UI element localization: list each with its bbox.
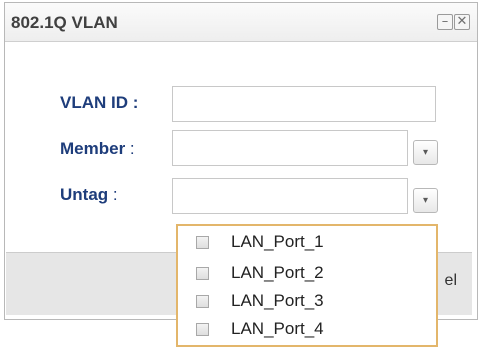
option-label: LAN_Port_2 [231, 263, 324, 282]
member-dropdown-icon[interactable]: ▾ [413, 140, 438, 165]
option-label: LAN_Port_1 [231, 232, 324, 251]
untag-label-text: Untag [60, 185, 109, 204]
untag-colon: : [112, 185, 118, 204]
vlan-id-input[interactable] [172, 86, 436, 122]
checkbox[interactable] [196, 235, 209, 249]
checkbox[interactable] [196, 266, 209, 280]
member-select[interactable] [172, 130, 408, 166]
list-item[interactable]: LAN_Port_1 [196, 231, 324, 253]
checkbox[interactable] [196, 294, 209, 308]
close-icon[interactable]: ✕ [454, 14, 470, 30]
list-item[interactable]: LAN_Port_3 [196, 290, 324, 312]
member-colon: : [129, 139, 135, 158]
member-label: Member : [60, 139, 135, 159]
option-label: LAN_Port_4 [231, 319, 324, 338]
untag-dropdown-icon[interactable]: ▾ [413, 188, 438, 213]
checkbox[interactable] [196, 322, 209, 336]
title-bar: 802.1Q VLAN – ✕ [5, 3, 477, 42]
cancel-button[interactable]: el [437, 266, 457, 296]
list-item[interactable]: LAN_Port_4 [196, 318, 324, 340]
option-label: LAN_Port_3 [231, 291, 324, 310]
list-item[interactable]: LAN_Port_2 [196, 262, 324, 284]
member-label-text: Member [60, 139, 126, 158]
untag-dropdown-list: LAN_Port_1 LAN_Port_2 LAN_Port_3 LAN_Por… [176, 224, 438, 347]
untag-label: Untag : [60, 185, 118, 205]
minimize-icon[interactable]: – [437, 14, 453, 30]
untag-select[interactable] [172, 178, 408, 214]
vlan-id-label: VLAN ID : [60, 93, 139, 112]
dialog-title: 802.1Q VLAN [11, 13, 118, 32]
